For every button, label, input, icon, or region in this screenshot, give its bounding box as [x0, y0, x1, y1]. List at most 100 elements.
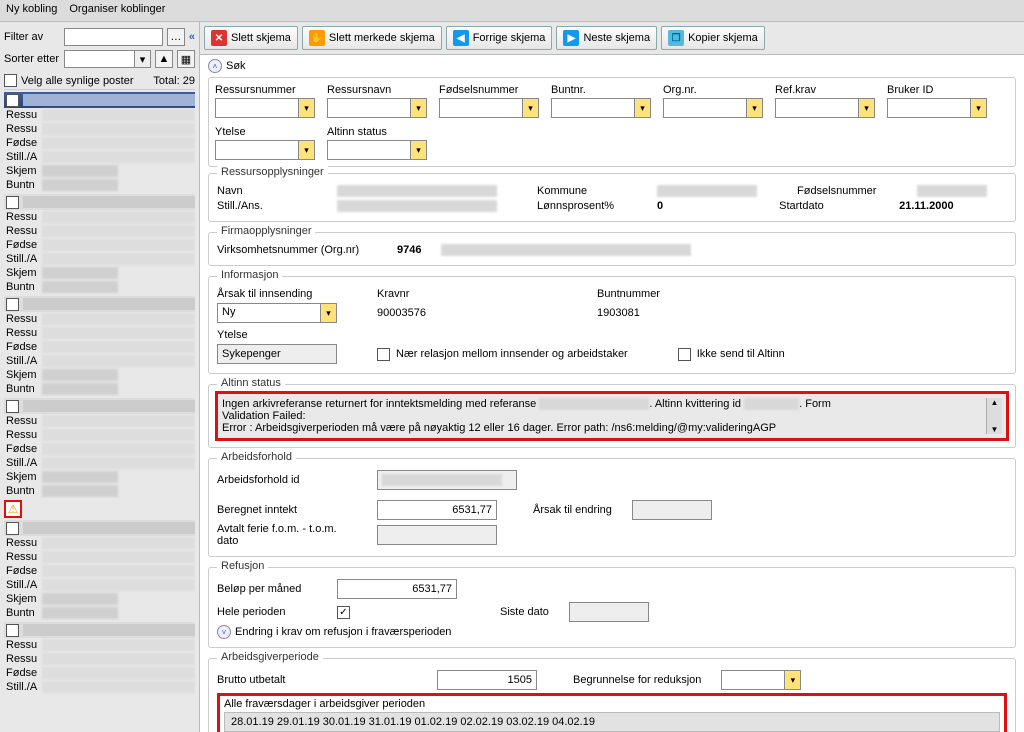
kravnr-label: Kravnr [377, 288, 577, 300]
dropdown-icon[interactable] [522, 99, 538, 117]
collapse-sidebar-icon[interactable]: « [189, 31, 195, 43]
ressursnummer-input[interactable] [215, 98, 315, 118]
altinn-l1a: Ingen arkivreferanse returnert for innte… [222, 398, 539, 410]
orgnr-rest [441, 244, 691, 256]
menu-ny-kobling[interactable]: Ny kobling [6, 3, 57, 18]
refkrav-input[interactable] [775, 98, 875, 118]
buntnr-label: Buntnummer [597, 288, 660, 300]
arsak-endring-value [632, 500, 712, 520]
dropdown-icon[interactable] [858, 99, 874, 117]
arbeidsforhold-fieldset: Arbeidsforhold Arbeidsforhold id Beregne… [208, 458, 1016, 557]
sort-direction-button[interactable]: ▲ [155, 50, 173, 68]
altinnstatus-input[interactable] [327, 140, 427, 160]
list-group-header[interactable] [4, 622, 195, 638]
sort-select[interactable]: ▾ [64, 50, 151, 68]
ytelse-input[interactable] [215, 140, 315, 160]
orgnr-input[interactable] [663, 98, 763, 118]
naer-relasjon-checkbox[interactable] [377, 348, 390, 361]
select-all-checkbox[interactable] [4, 74, 17, 87]
dropdown-icon[interactable] [746, 99, 762, 117]
agp-fieldset: Arbeidsgiverperiode Brutto utbetalt 1505… [208, 658, 1016, 732]
dropdown-icon[interactable] [320, 304, 336, 322]
kravnr-value: 90003576 [377, 307, 577, 319]
arsak-endring-label: Årsak til endring [533, 504, 612, 516]
altinnstatus-label: Altinn status [327, 126, 427, 138]
list-group-header[interactable] [4, 520, 195, 536]
belop-label: Beløp per måned [217, 583, 317, 595]
total-label: Total: 29 [153, 75, 195, 87]
dropdown-icon[interactable] [298, 99, 314, 117]
list-field: Ressu [4, 123, 40, 135]
list-group-header[interactable] [4, 194, 195, 210]
list-group-header[interactable] [4, 296, 195, 312]
fods-value [917, 185, 987, 197]
sort-extra-button[interactable]: ▦ [177, 50, 195, 68]
dropdown-icon[interactable] [784, 671, 800, 689]
status-scrollbar[interactable]: ▲▼ [986, 398, 1002, 434]
delete-icon: ✕ [211, 30, 227, 46]
list-group-header[interactable] [4, 92, 195, 108]
belop-input[interactable]: 6531,77 [337, 579, 457, 599]
buntnr-input[interactable] [551, 98, 651, 118]
refkrav-label: Ref.krav [775, 84, 875, 96]
delete-button[interactable]: ✕Slett skjema [204, 26, 298, 50]
agp-dates-label: Alle fraværsdager i arbeidsgiver periode… [224, 698, 1000, 710]
dropdown-icon[interactable] [410, 99, 426, 117]
refusjon-fieldset: Refusjon Beløp per måned 6531,77 Hele pe… [208, 567, 1016, 648]
fodselsnummer-input[interactable] [439, 98, 539, 118]
dropdown-icon[interactable] [634, 99, 650, 117]
copy-icon: ❐ [668, 30, 684, 46]
firma-fieldset: Firmaopplysninger Virksomhetsnummer (Org… [208, 232, 1016, 266]
naer-relasjon-label: Nær relasjon mellom innsender og arbeids… [396, 348, 628, 360]
beregnet-input[interactable]: 6531,77 [377, 500, 497, 520]
main-panel: ✕Slett skjema ✋Slett merkede skjema ◀For… [200, 22, 1024, 732]
still-label: Still./Ans. [217, 200, 317, 212]
hele-perioden-checkbox[interactable] [337, 606, 350, 619]
brukerid-input[interactable] [887, 98, 987, 118]
prev-button[interactable]: ◀Forrige skjema [446, 26, 553, 50]
agp-dates-box: Alle fraværsdager i arbeidsgiver periode… [217, 693, 1007, 732]
begrunnelse-label: Begrunnelse for reduksjon [573, 674, 701, 686]
sok-expander[interactable]: ˄Søk [208, 59, 1016, 73]
arsak-label: Årsak til innsending [217, 288, 357, 300]
sidebar: Filter av … « Sorter etter ▾ ▲ ▦ Velg al… [0, 22, 200, 732]
delete-selected-button[interactable]: ✋Slett merkede skjema [302, 26, 442, 50]
ressurs-fieldset: Ressursopplysninger Navn Kommune Fødsels… [208, 173, 1016, 222]
endring-expander[interactable]: ˅Endring i krav om refusjon i fraværsper… [217, 625, 1007, 639]
hele-label: Hele perioden [217, 606, 317, 618]
siste-dato-value [569, 602, 649, 622]
fodselsnummer-label: Fødselsnummer [439, 84, 539, 96]
list-group-header[interactable] [4, 398, 195, 414]
arbeidsforhold-legend: Arbeidsforhold [217, 451, 296, 463]
next-button[interactable]: ▶Neste skjema [556, 26, 657, 50]
dropdown-icon[interactable] [298, 141, 314, 159]
collapse-icon: ˄ [208, 59, 222, 73]
buntnr-label: Buntnr. [551, 84, 651, 96]
altinn-legend: Altinn status [217, 377, 285, 389]
ressursnavn-input[interactable] [327, 98, 427, 118]
orgnr-label: Org.nr. [663, 84, 763, 96]
brutto-input[interactable]: 1505 [437, 670, 537, 690]
expand-icon: ˅ [217, 625, 231, 639]
sort-label: Sorter etter [4, 53, 60, 65]
refusjon-legend: Refusjon [217, 560, 268, 572]
altinn-status-box: Ingen arkivreferanse returnert for innte… [215, 391, 1009, 441]
filter-input[interactable] [64, 28, 163, 46]
start-value: 21.11.2000 [899, 200, 953, 212]
list-field: Still./A [4, 151, 40, 163]
kommune-label: Kommune [537, 185, 637, 197]
begrunnelse-select[interactable] [721, 670, 801, 690]
dropdown-icon[interactable] [970, 99, 986, 117]
next-icon: ▶ [563, 30, 579, 46]
record-list[interactable]: Ressu Ressu Fødse Still./A Skjem Buntn R… [4, 89, 195, 728]
dropdown-icon[interactable] [410, 141, 426, 159]
arsak-select[interactable]: Ny [217, 303, 337, 323]
filter-browse-button[interactable]: … [167, 28, 185, 46]
ytelse-value: Sykepenger [217, 344, 337, 364]
copy-button[interactable]: ❐Kopier skjema [661, 26, 765, 50]
orgnr-value: 9746 [397, 244, 421, 256]
brutto-label: Brutto utbetalt [217, 674, 417, 686]
info-legend: Informasjon [217, 269, 282, 281]
ikke-send-checkbox[interactable] [678, 348, 691, 361]
menu-organiser[interactable]: Organiser koblinger [69, 3, 165, 18]
